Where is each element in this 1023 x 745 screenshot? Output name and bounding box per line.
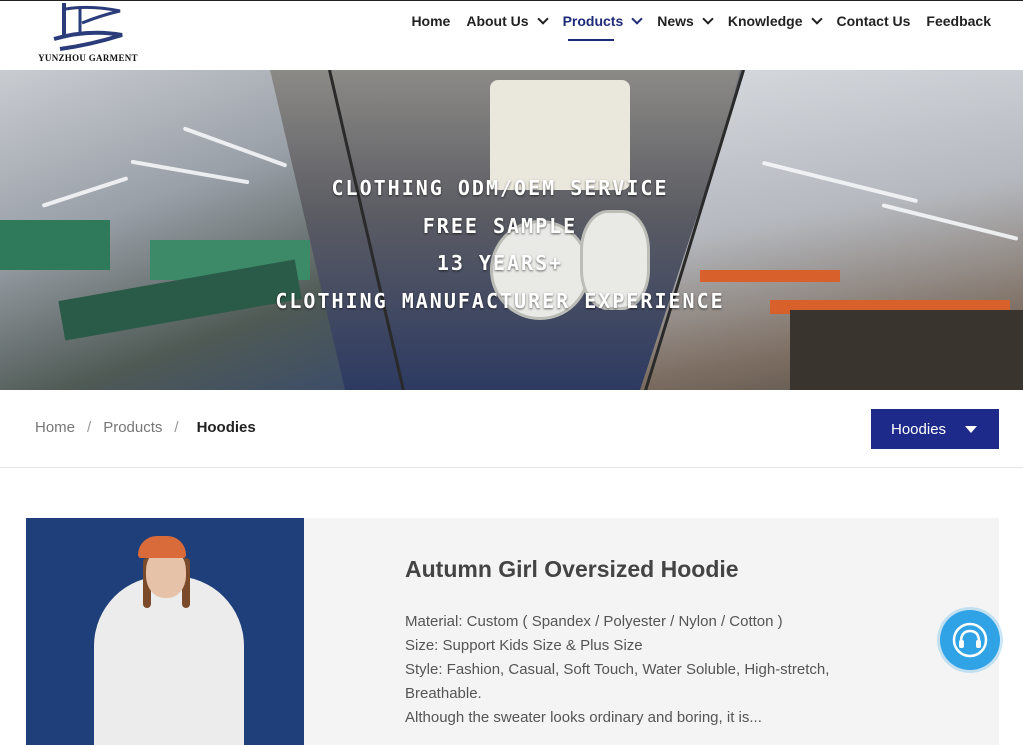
product-description: Material: Custom ( Spandex / Polyester /…: [405, 610, 885, 730]
nav-item-news[interactable]: News: [649, 10, 720, 32]
category-dropdown[interactable]: Hoodies: [871, 409, 999, 449]
nav-item-about-us[interactable]: About Us: [458, 10, 554, 32]
nav-item-home[interactable]: Home: [403, 10, 458, 32]
product-card[interactable]: Autumn Girl Oversized Hoodie Material: C…: [26, 518, 999, 745]
description-line: Style: Fashion, Casual, Soft Touch, Wate…: [405, 661, 830, 702]
breadcrumb-separator: /: [87, 419, 92, 436]
nav-item-label: Contact Us: [836, 13, 911, 29]
product-image[interactable]: [26, 518, 304, 745]
breadcrumb-current: Hoodies: [196, 419, 256, 436]
main-nav: Home About Us Products News Knowledge Contact…: [403, 10, 999, 41]
product-info: Autumn Girl Oversized Hoodie Material: C…: [405, 556, 885, 730]
ship-logo-icon: [53, 3, 123, 51]
banner-line: Clothing ODM/OEM Service: [331, 176, 669, 200]
nav-item-label: Home: [411, 13, 451, 29]
description-line: Although the sweater looks ordinary and …: [405, 709, 762, 726]
breadcrumb-bar: Home / Products / Hoodies Hoodies: [0, 390, 1023, 468]
nav-item-knowledge[interactable]: Knowledge: [720, 10, 829, 32]
chevron-down-icon[interactable]: [702, 12, 714, 25]
description-line: Material: Custom ( Spandex / Polyester /…: [405, 613, 783, 630]
nav-item-label: Products: [562, 13, 624, 29]
nav-item-label: Feedback: [926, 13, 991, 29]
banner-headline: Clothing ODM/OEM Service Free Sample 13 …: [0, 170, 1000, 320]
category-dropdown-label: Hoodies: [891, 420, 947, 438]
chevron-down-icon[interactable]: [631, 12, 643, 25]
caret-down-icon: [965, 426, 977, 433]
banner-line: Clothing Manufacturer Experience: [275, 288, 725, 313]
logo-text: YUNZHOU GARMENT: [38, 53, 138, 63]
nav-item-label: Knowledge: [727, 13, 803, 29]
logo[interactable]: YUNZHOU GARMENT: [38, 1, 138, 67]
banner-line: Free Sample: [422, 213, 578, 238]
breadcrumb-separator: /: [174, 419, 179, 436]
breadcrumb: Home / Products / Hoodies: [35, 419, 256, 436]
chevron-down-icon[interactable]: [536, 12, 549, 25]
headset-icon: [952, 622, 988, 658]
hero-banner: Clothing ODM/OEM Service Free Sample 13 …: [0, 70, 1023, 390]
product-title[interactable]: Autumn Girl Oversized Hoodie: [405, 556, 885, 583]
chat-widget-button[interactable]: [940, 610, 1000, 670]
nav-item-feedback[interactable]: Feedback: [918, 10, 999, 32]
breadcrumb-home[interactable]: Home: [35, 419, 75, 436]
nav-item-products[interactable]: Products: [555, 10, 650, 41]
nav-item-contact-us[interactable]: Contact Us: [829, 10, 919, 32]
description-line: Size: Support Kids Size & Plus Size: [405, 637, 643, 654]
banner-line: 13 Years+: [436, 251, 564, 275]
nav-item-label: About Us: [466, 13, 529, 29]
chevron-down-icon[interactable]: [810, 12, 823, 25]
breadcrumb-products[interactable]: Products: [103, 419, 162, 436]
site-header: YUNZHOU GARMENT Home About Us Products News…: [0, 0, 1023, 70]
nav-item-label: News: [657, 13, 694, 29]
